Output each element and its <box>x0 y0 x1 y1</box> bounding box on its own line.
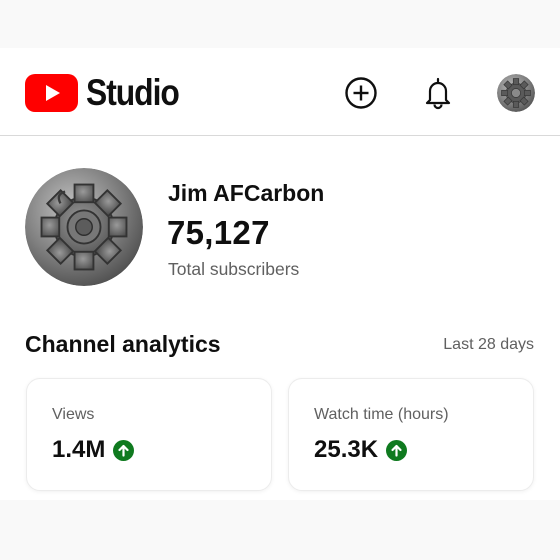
top-background <box>0 0 560 48</box>
date-range-selector[interactable]: Last 28 days <box>443 336 534 354</box>
channel-name: Jim AFCarbon <box>168 180 325 206</box>
gear-avatar-icon <box>25 168 143 286</box>
card-label: Views <box>52 406 95 423</box>
subscriber-label: Total subscribers <box>168 259 300 279</box>
card-value-row: 1.4M <box>52 436 135 464</box>
add-circle-icon <box>345 77 377 109</box>
create-button[interactable] <box>343 75 379 111</box>
views-card[interactable]: Views 1.4M <box>26 378 272 491</box>
studio-app: Studio Jim AFCarbon 75,127 Total subscri… <box>0 48 560 500</box>
app-title: Studio <box>86 72 180 113</box>
account-avatar[interactable] <box>497 74 535 112</box>
card-label: Watch time (hours) <box>314 406 449 423</box>
bell-icon <box>425 77 451 110</box>
watch-time-card[interactable]: Watch time (hours) 25.3K <box>288 378 534 491</box>
trend-up-icon <box>386 439 408 461</box>
channel-avatar <box>25 168 143 286</box>
trend-up-icon <box>113 439 135 461</box>
notifications-button[interactable] <box>420 75 456 111</box>
subscriber-count: 75,127 <box>167 214 270 251</box>
channel-analytics-title: Channel analytics <box>25 331 221 357</box>
card-value-row: 25.3K <box>314 436 408 464</box>
youtube-play-icon <box>25 74 78 112</box>
studio-logo[interactable]: Studio <box>25 72 194 114</box>
card-value: 1.4M <box>52 436 106 463</box>
bottom-background <box>0 500 560 560</box>
card-value: 25.3K <box>314 436 379 463</box>
avatar-gear-icon <box>497 74 535 112</box>
app-header: Studio <box>0 48 560 136</box>
